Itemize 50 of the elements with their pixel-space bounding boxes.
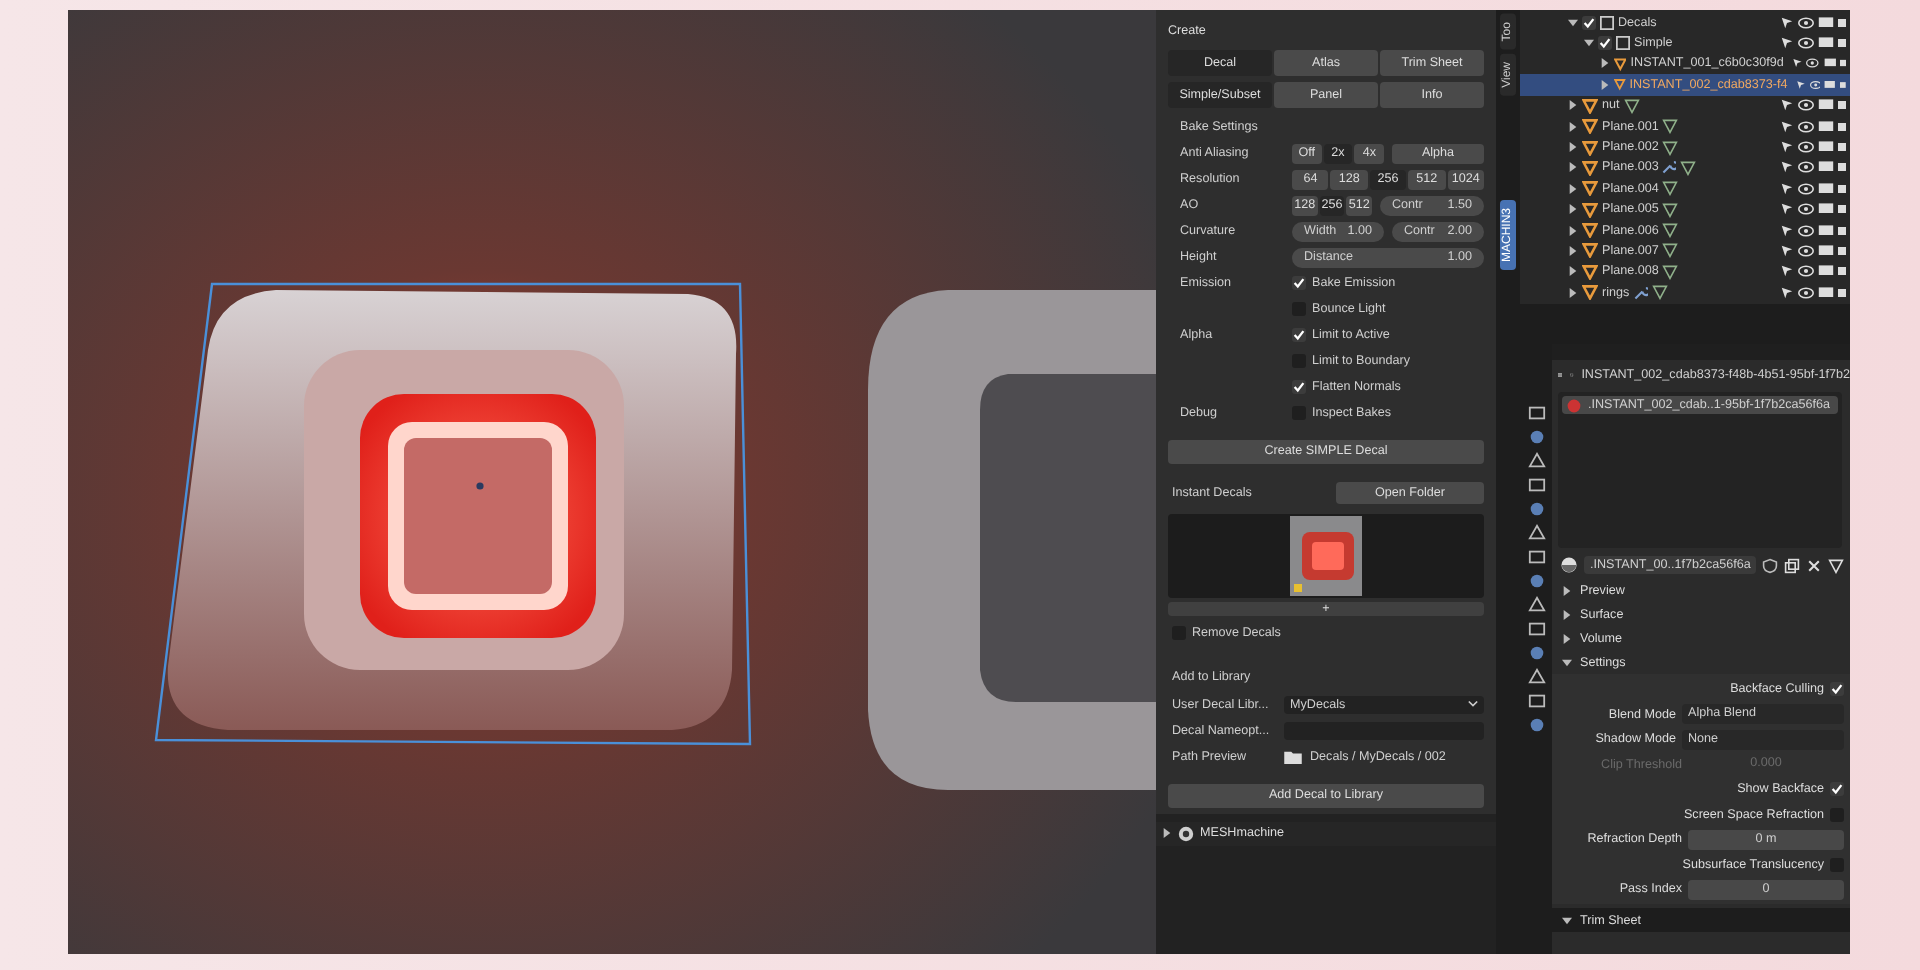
expand-arrow-icon[interactable] — [1600, 58, 1610, 69]
addon-logo-icon — [1178, 825, 1194, 841]
filter-icon[interactable] — [1828, 557, 1845, 573]
checkbox[interactable] — [1292, 276, 1306, 291]
eye-icon[interactable] — [1798, 285, 1814, 300]
folder-icon — [1284, 749, 1302, 764]
expand-arrow-icon[interactable] — [1568, 142, 1578, 153]
copy-icon[interactable] — [1784, 557, 1801, 573]
expand-arrow-icon[interactable] — [1568, 183, 1578, 194]
eye-icon[interactable] — [1798, 15, 1814, 30]
checkbox[interactable] — [1830, 682, 1844, 696]
eye-icon[interactable] — [1798, 119, 1814, 134]
eye-icon[interactable] — [1798, 98, 1814, 113]
expand-arrow-icon[interactable] — [1562, 609, 1572, 619]
eye-icon[interactable] — [1798, 202, 1814, 217]
collapse-arrow-icon[interactable] — [1562, 915, 1572, 925]
expand-arrow-icon[interactable] — [1568, 162, 1578, 173]
checkbox[interactable] — [1292, 328, 1306, 343]
expand-arrow-icon[interactable] — [1568, 245, 1578, 256]
eye-icon[interactable] — [1809, 77, 1821, 92]
eye-icon[interactable] — [1798, 140, 1814, 155]
expand-arrow-icon[interactable] — [1568, 204, 1578, 215]
eye-icon[interactable] — [1798, 181, 1814, 196]
dropdown-caret-icon[interactable] — [1468, 700, 1478, 709]
material-sphere-icon[interactable] — [1560, 556, 1578, 574]
eye-icon[interactable] — [1798, 36, 1814, 51]
shield-icon[interactable] — [1762, 557, 1779, 573]
collapse-arrow-icon[interactable] — [1584, 38, 1594, 49]
collapse-arrow-icon[interactable] — [1562, 657, 1572, 667]
close-icon[interactable] — [1806, 557, 1823, 573]
eye-icon[interactable] — [1798, 243, 1814, 258]
expand-arrow-icon[interactable] — [1600, 79, 1610, 90]
expand-arrow-icon[interactable] — [1162, 828, 1172, 838]
decal-thumbnail[interactable] — [1290, 516, 1362, 596]
expand-arrow-icon[interactable] — [1568, 225, 1578, 236]
checkbox[interactable] — [1292, 380, 1306, 395]
eye-icon[interactable] — [1806, 56, 1820, 71]
eye-icon[interactable] — [1798, 223, 1814, 238]
checkbox[interactable] — [1582, 15, 1596, 30]
checkbox[interactable] — [1598, 36, 1612, 51]
expand-arrow-icon[interactable] — [1568, 266, 1578, 277]
checkbox[interactable] — [1830, 782, 1844, 796]
expand-arrow-icon[interactable] — [1562, 633, 1572, 643]
collapse-arrow-icon[interactable] — [1568, 17, 1578, 28]
expand-arrow-icon[interactable] — [1568, 121, 1578, 132]
expand-arrow-icon[interactable] — [1562, 585, 1572, 595]
eye-icon[interactable] — [1798, 264, 1814, 279]
expand-arrow-icon[interactable] — [1568, 100, 1578, 111]
expand-arrow-icon[interactable] — [1568, 287, 1578, 298]
eye-icon[interactable] — [1798, 160, 1814, 175]
